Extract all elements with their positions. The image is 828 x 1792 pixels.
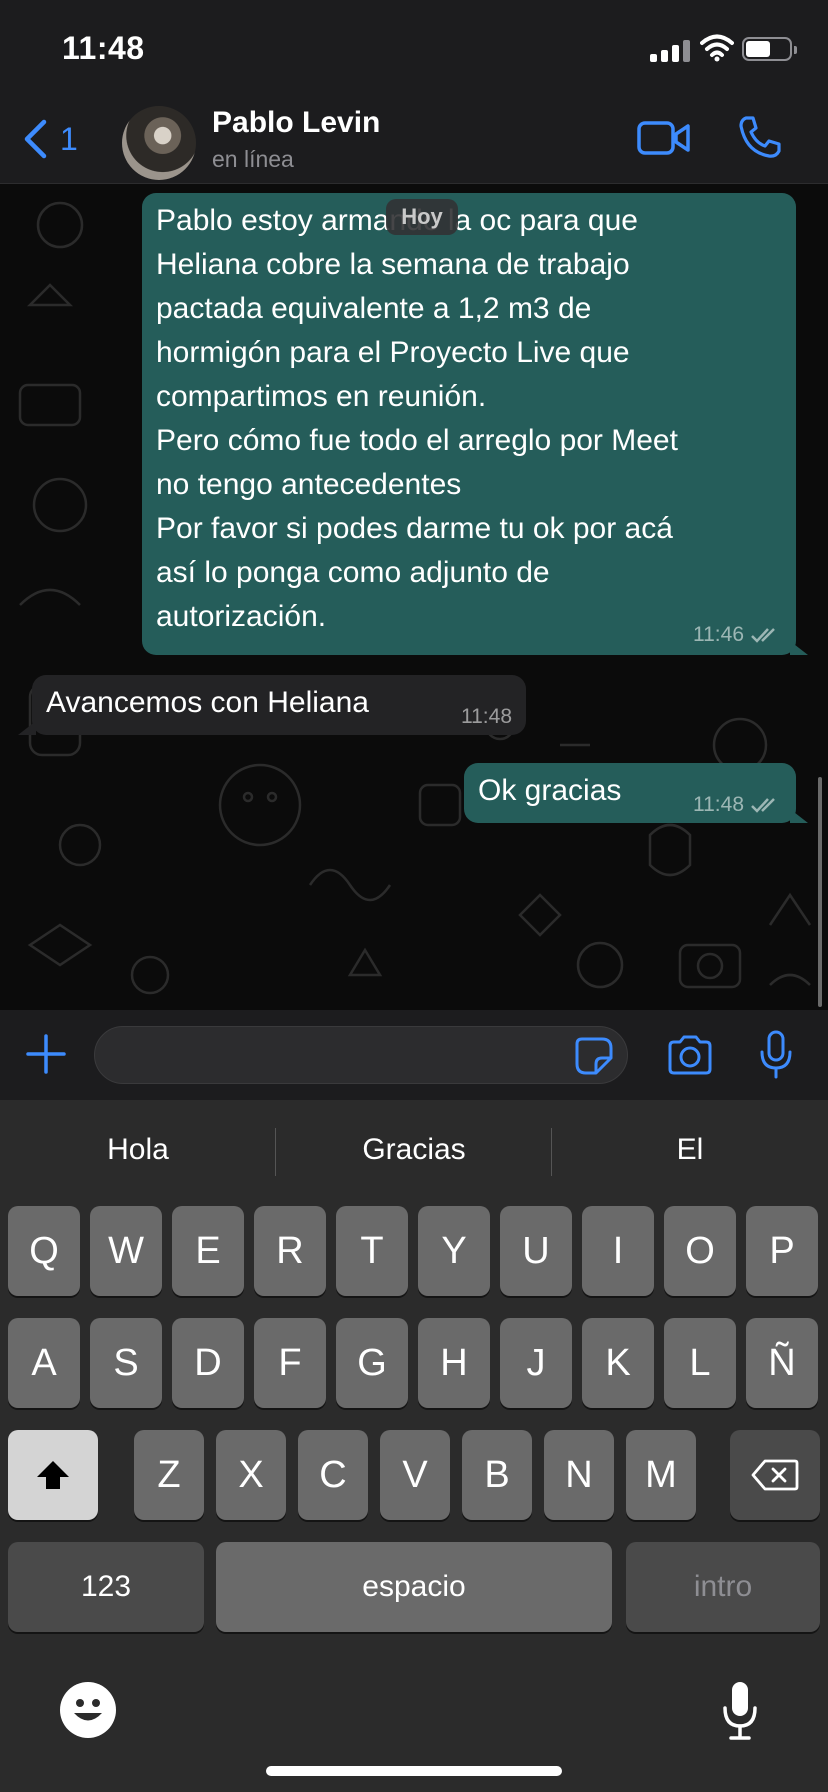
camera-icon[interactable] [666,1034,714,1076]
key-j[interactable]: J [500,1318,572,1408]
suggestion-1[interactable]: Hola [0,1100,276,1200]
suggestion-3[interactable]: El [552,1100,828,1200]
key-z[interactable]: Z [134,1430,204,1520]
space-key[interactable]: espacio [216,1542,612,1632]
chat-area[interactable]: Pablo estoy armando la oc para que Helia… [0,185,828,1010]
plus-icon[interactable] [26,1034,66,1074]
backspace-key[interactable] [730,1430,820,1520]
keyboard: Hola Gracias El Q W E R T Y U I O P A S … [0,1100,828,1792]
bubble-tail [790,641,808,655]
video-icon[interactable] [636,118,692,158]
key-v[interactable]: V [380,1430,450,1520]
key-p[interactable]: P [746,1206,818,1296]
message-bubble-outgoing[interactable]: Ok gracias 11:48 [464,763,796,823]
key-d[interactable]: D [172,1318,244,1408]
key-b[interactable]: B [462,1430,532,1520]
message-text: Avancemos con Heliana [46,686,369,719]
microphone-icon[interactable] [758,1030,794,1080]
cellular-signal-icon [650,40,692,62]
message-input-bar [0,1010,828,1100]
read-receipt-icon [751,628,775,643]
key-h[interactable]: H [418,1318,490,1408]
return-key[interactable]: intro [626,1542,820,1632]
key-enye[interactable]: Ñ [746,1318,818,1408]
status-time: 11:48 [62,30,145,66]
message-meta: 11:46 [693,623,782,647]
message-time: 11:46 [693,623,744,646]
key-q[interactable]: Q [8,1206,80,1296]
message-time: 11:48 [693,793,744,816]
key-n[interactable]: N [544,1430,614,1520]
back-button[interactable]: 1 [22,116,78,162]
key-e[interactable]: E [172,1206,244,1296]
sticker-icon[interactable] [574,1036,614,1076]
avatar[interactable] [122,106,196,180]
read-receipt-icon [751,798,775,813]
message-text: Ok gracias [478,774,622,807]
contact-name[interactable]: Pablo Levin [212,106,380,140]
status-bar: 11:48 [0,0,828,92]
message-meta: 11:48 [693,793,782,817]
key-g[interactable]: G [336,1318,408,1408]
chevron-left-icon [24,119,47,159]
shift-icon [37,1461,69,1489]
home-indicator[interactable] [266,1766,562,1776]
numbers-key[interactable]: 123 [8,1542,204,1632]
key-x[interactable]: X [216,1430,286,1520]
unread-count: 1 [60,120,78,157]
key-w[interactable]: W [90,1206,162,1296]
emoji-icon[interactable] [60,1682,116,1738]
key-m[interactable]: M [626,1430,696,1520]
message-input[interactable] [94,1026,628,1084]
key-i[interactable]: I [582,1206,654,1296]
key-s[interactable]: S [90,1318,162,1408]
key-l[interactable]: L [664,1318,736,1408]
dictation-icon[interactable] [720,1678,760,1742]
message-bubble-outgoing[interactable]: Pablo estoy armando la oc para que Helia… [142,193,796,655]
key-u[interactable]: U [500,1206,572,1296]
key-y[interactable]: Y [418,1206,490,1296]
message-text: Pablo estoy armando la oc para que Helia… [156,204,678,633]
battery-icon [742,37,797,61]
chat-header: 1 Pablo Levin en línea [0,92,828,184]
bubble-tail [18,721,36,735]
contact-status: en línea [212,146,294,172]
suggestion-bar: Hola Gracias El [0,1100,828,1200]
suggestion-2[interactable]: Gracias [276,1100,552,1200]
phone-icon[interactable] [736,114,782,160]
message-bubble-incoming[interactable]: Avancemos con Heliana 11:48 [32,675,526,735]
key-o[interactable]: O [664,1206,736,1296]
shift-key[interactable] [8,1430,98,1520]
key-a[interactable]: A [8,1318,80,1408]
message-time: 11:48 [461,705,512,728]
key-k[interactable]: K [582,1318,654,1408]
backspace-icon [751,1459,799,1491]
chat-scrollbar[interactable] [818,777,822,1007]
key-f[interactable]: F [254,1318,326,1408]
wifi-icon [700,34,734,62]
key-r[interactable]: R [254,1206,326,1296]
bubble-tail [790,809,808,823]
key-t[interactable]: T [336,1206,408,1296]
date-separator: Hoy [386,199,458,235]
key-c[interactable]: C [298,1430,368,1520]
